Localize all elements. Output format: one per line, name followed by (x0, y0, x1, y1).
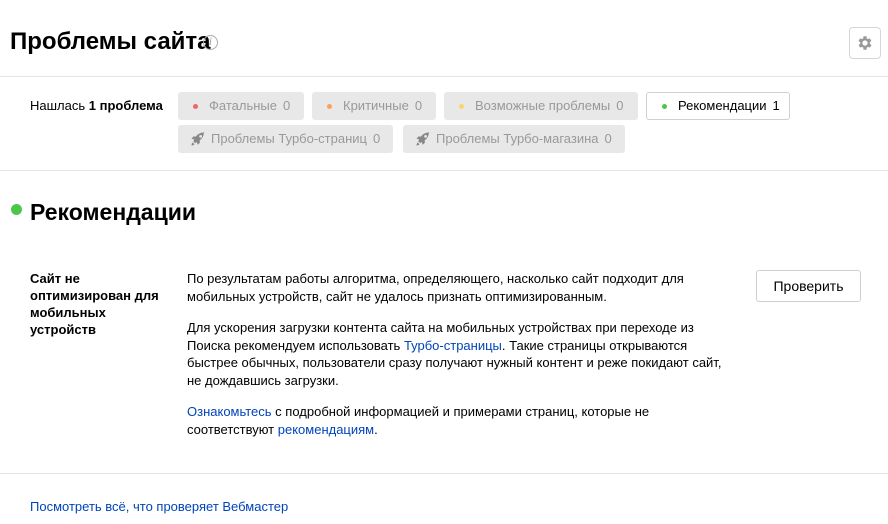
chip-label: Рекомендации (678, 98, 767, 113)
check-button[interactable]: Проверить (756, 270, 861, 302)
chip-count: 0 (616, 98, 624, 113)
chip-count: 0 (604, 131, 612, 146)
status-dot-critical (327, 103, 332, 109)
filter-chip-fatal[interactable]: Фатальные 0 (178, 92, 304, 120)
issue-paragraph-1: По результатам работы алгоритма, определ… (187, 271, 684, 304)
learn-more-link[interactable]: Ознакомьтесь (187, 404, 272, 419)
filter-chip-turbo-shop[interactable]: Проблемы Турбо-магазина 0 (403, 125, 625, 153)
chip-count: 1 (772, 98, 780, 113)
chip-label: Фатальные (209, 98, 277, 113)
status-dot-recommendations (11, 204, 22, 215)
gear-icon (858, 36, 872, 50)
issue-paragraph-3: Ознакомьтесь с подробной информацией и п… (187, 404, 650, 437)
view-all-checks-link[interactable]: Посмотреть всё, что проверяет Вебмастер (30, 499, 288, 515)
problem-filters: Нашлась 1 проблема Фатальные 0 Критичные… (0, 77, 888, 171)
chip-count: 0 (372, 131, 381, 146)
chip-count: 0 (414, 98, 423, 113)
filter-chip-recommendations[interactable]: Рекомендации 1 (646, 92, 790, 120)
recommendations-link[interactable]: рекомендациям (278, 422, 374, 437)
divider (0, 473, 888, 474)
status-dot-recommendations (662, 103, 667, 109)
settings-button[interactable] (849, 27, 881, 59)
filter-chip-possible[interactable]: Возможные проблемы 0 (444, 92, 638, 120)
info-icon[interactable]: i (203, 35, 218, 50)
filter-chip-turbo-pages[interactable]: Проблемы Турбо-страниц 0 (178, 125, 393, 153)
status-dot-possible (459, 103, 464, 109)
issue-paragraph-2: Для ускорения загрузки контента сайта на… (187, 320, 722, 388)
status-dot-fatal (193, 103, 198, 109)
chip-label: Критичные (343, 98, 409, 113)
filter-chip-critical[interactable]: Критичные 0 (312, 92, 436, 120)
chip-label: Проблемы Турбо-страниц (211, 131, 367, 146)
chip-count: 0 (282, 98, 291, 113)
page-header: Проблемы сайта i (0, 0, 888, 77)
section-title: Рекомендации (30, 199, 197, 225)
chip-label: Проблемы Турбо-магазина (436, 131, 599, 146)
turbo-pages-link[interactable]: Турбо-страницы (404, 338, 502, 353)
rocket-icon (415, 131, 431, 147)
page-title: Проблемы сайта (10, 28, 211, 55)
issue-description: По результатам работы алгоритма, определ… (187, 270, 727, 452)
problems-count-text: Нашлась 1 проблема (30, 98, 163, 113)
chip-label: Возможные проблемы (475, 98, 611, 113)
issue-name: Сайт не оптимизирован для мобильных устр… (30, 271, 159, 337)
rocket-icon (190, 131, 206, 147)
